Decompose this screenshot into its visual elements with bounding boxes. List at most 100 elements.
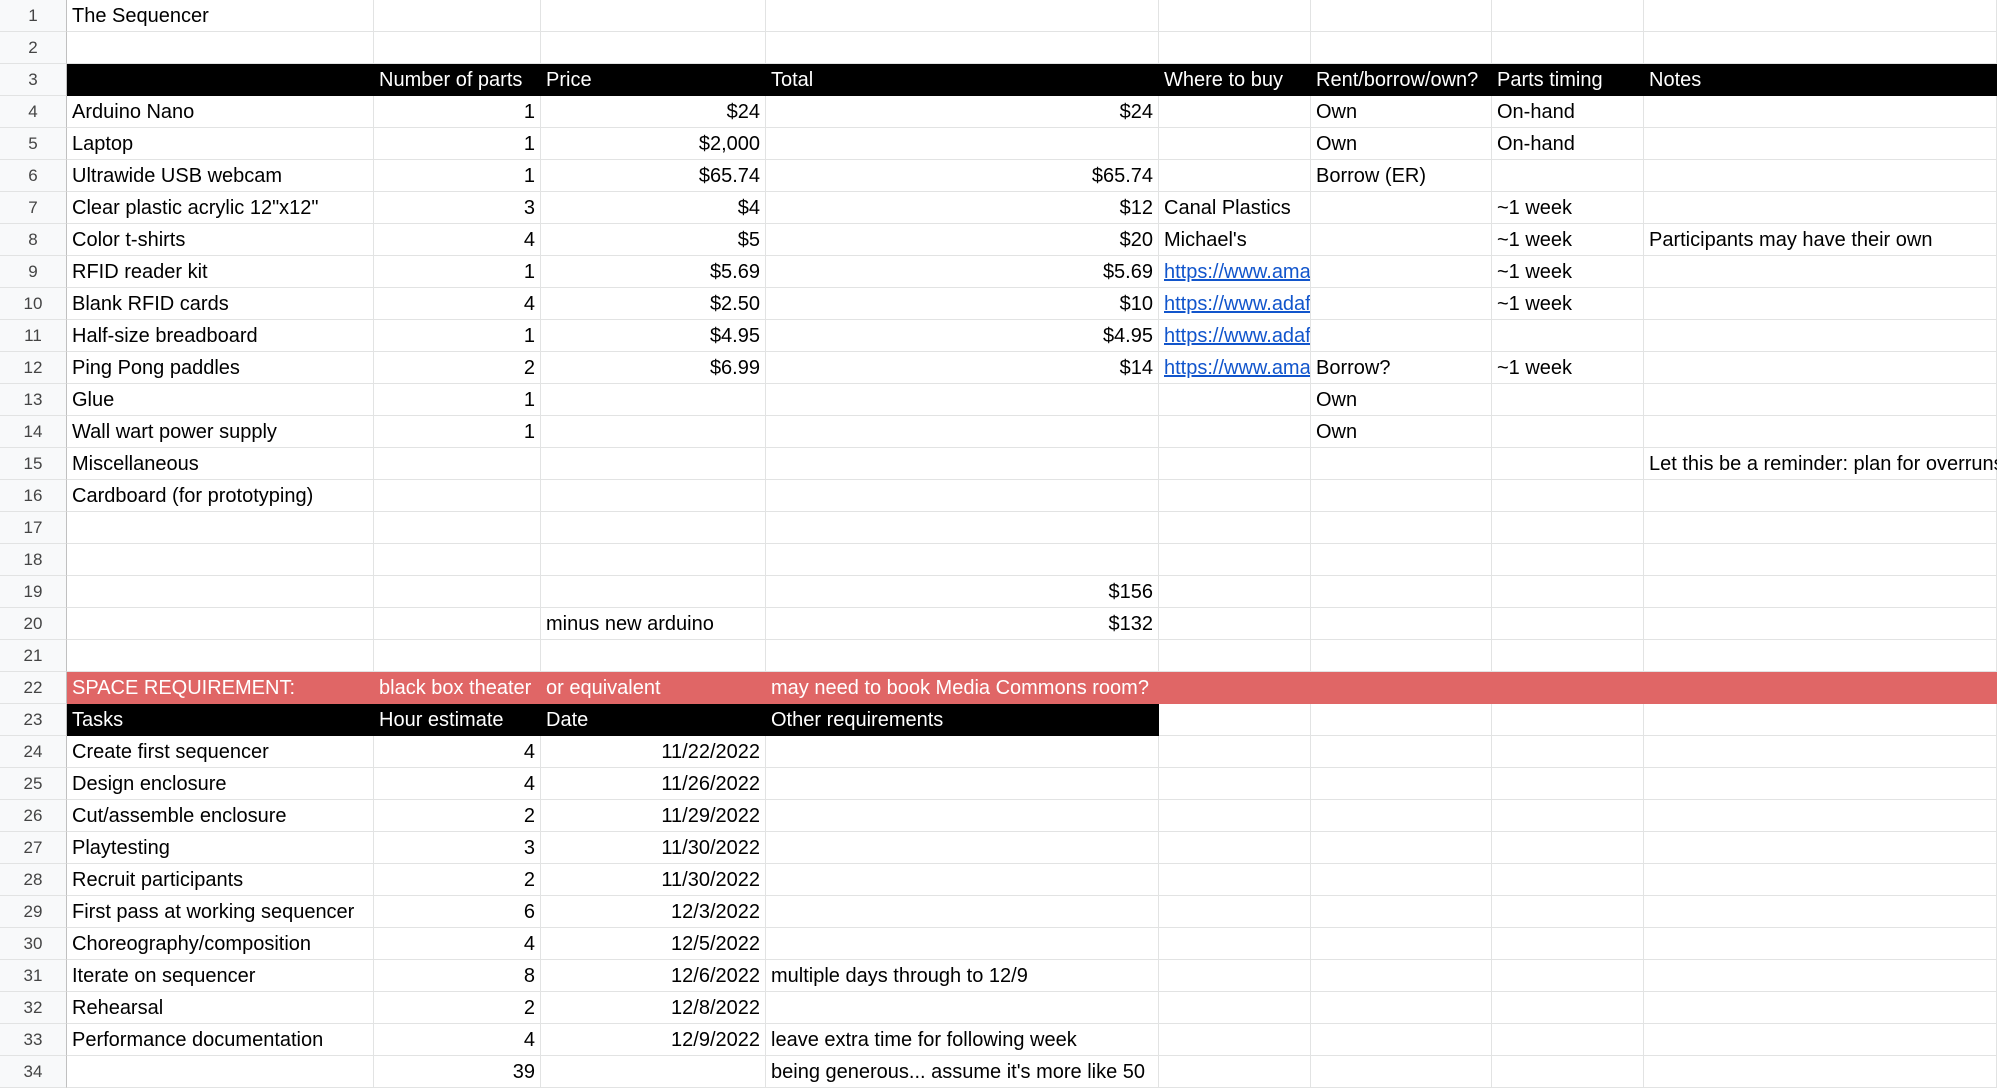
cell-c13[interactable] [541,384,766,416]
cell-a22[interactable]: SPACE REQUIREMENT: [67,672,374,704]
row-header[interactable]: 25 [0,768,67,800]
cell-f26[interactable] [1311,800,1492,832]
link-cell-e9[interactable]: https://www.amaz [1159,256,1311,288]
cell-a15[interactable]: Miscellaneous [67,448,374,480]
cell-g14[interactable] [1492,416,1644,448]
cell-a20[interactable] [67,608,374,640]
cell-e30[interactable] [1159,928,1311,960]
row-header[interactable]: 24 [0,736,67,768]
cell-g1[interactable] [1492,0,1644,32]
cell-a5[interactable]: Laptop [67,128,374,160]
cell-d34[interactable]: being generous... assume it's more like … [766,1056,1159,1088]
cell-b28[interactable]: 2 [374,864,541,896]
cell-e20[interactable] [1159,608,1311,640]
cell-g8[interactable]: ~1 week [1492,224,1644,256]
cell-f15[interactable] [1311,448,1492,480]
row-header[interactable]: 4 [0,96,67,128]
cell-h3[interactable]: Notes [1644,64,1997,96]
row-header[interactable]: 27 [0,832,67,864]
cell-g16[interactable] [1492,480,1644,512]
cell-e24[interactable] [1159,736,1311,768]
cell-a23[interactable]: Tasks [67,704,374,736]
cell-c10[interactable]: $2.50 [541,288,766,320]
cell-b21[interactable] [374,640,541,672]
cell-f10[interactable] [1311,288,1492,320]
cell-h25[interactable] [1644,768,1997,800]
cell-h15[interactable]: Let this be a reminder: plan for overrun… [1644,448,1997,480]
cell-e18[interactable] [1159,544,1311,576]
cell-a13[interactable]: Glue [67,384,374,416]
cell-h11[interactable] [1644,320,1997,352]
cell-h4[interactable] [1644,96,1997,128]
cell-h13[interactable] [1644,384,1997,416]
cell-f23[interactable] [1311,704,1492,736]
row-header[interactable]: 10 [0,288,67,320]
cell-d20[interactable]: $132 [766,608,1159,640]
cell-c27[interactable]: 11/30/2022 [541,832,766,864]
row-header[interactable]: 15 [0,448,67,480]
row-header[interactable]: 23 [0,704,67,736]
cell-h10[interactable] [1644,288,1997,320]
cell-e4[interactable] [1159,96,1311,128]
row-header[interactable]: 21 [0,640,67,672]
link-cell-e10[interactable]: https://www.adafr [1159,288,1311,320]
cell-g34[interactable] [1492,1056,1644,1088]
cell-d11[interactable]: $4.95 [766,320,1159,352]
cell-e13[interactable] [1159,384,1311,416]
cell-h20[interactable] [1644,608,1997,640]
cell-f8[interactable] [1311,224,1492,256]
row-header[interactable]: 9 [0,256,67,288]
cell-c23[interactable]: Date [541,704,766,736]
row-header[interactable]: 30 [0,928,67,960]
cell-g3[interactable]: Parts timing [1492,64,1644,96]
cell-a29[interactable]: First pass at working sequencer [67,896,374,928]
cell-b9[interactable]: 1 [374,256,541,288]
cell-c19[interactable] [541,576,766,608]
cell-c6[interactable]: $65.74 [541,160,766,192]
cell-h33[interactable] [1644,1024,1997,1056]
cell-f4[interactable]: Own [1311,96,1492,128]
cell-g25[interactable] [1492,768,1644,800]
cell-h1[interactable] [1644,0,1997,32]
cell-g32[interactable] [1492,992,1644,1024]
cell-h7[interactable] [1644,192,1997,224]
cell-c28[interactable]: 11/30/2022 [541,864,766,896]
row-header[interactable]: 8 [0,224,67,256]
cell-b4[interactable]: 1 [374,96,541,128]
cell-a17[interactable] [67,512,374,544]
cell-d19[interactable]: $156 [766,576,1159,608]
cell-d21[interactable] [766,640,1159,672]
link-cell-e12[interactable]: https://www.amaz [1159,352,1311,384]
cell-c31[interactable]: 12/6/2022 [541,960,766,992]
cell-f22[interactable] [1311,672,1492,704]
row-header[interactable]: 13 [0,384,67,416]
cell-a32[interactable]: Rehearsal [67,992,374,1024]
cell-f17[interactable] [1311,512,1492,544]
cell-a16[interactable]: Cardboard (for prototyping) [67,480,374,512]
cell-b6[interactable]: 1 [374,160,541,192]
cell-b19[interactable] [374,576,541,608]
cell-c9[interactable]: $5.69 [541,256,766,288]
cell-a8[interactable]: Color t-shirts [67,224,374,256]
row-header[interactable]: 28 [0,864,67,896]
cell-e17[interactable] [1159,512,1311,544]
cell-e15[interactable] [1159,448,1311,480]
cell-g12[interactable]: ~1 week [1492,352,1644,384]
cell-b5[interactable]: 1 [374,128,541,160]
row-header[interactable]: 33 [0,1024,67,1056]
cell-c1[interactable] [541,0,766,32]
cell-f14[interactable]: Own [1311,416,1492,448]
cell-g23[interactable] [1492,704,1644,736]
row-header[interactable]: 11 [0,320,67,352]
cell-d23[interactable]: Other requirements [766,704,1159,736]
cell-b20[interactable] [374,608,541,640]
cell-a12[interactable]: Ping Pong paddles [67,352,374,384]
row-header[interactable]: 6 [0,160,67,192]
cell-d13[interactable] [766,384,1159,416]
cell-b34[interactable]: 39 [374,1056,541,1088]
cell-a25[interactable]: Design enclosure [67,768,374,800]
cell-e22[interactable] [1159,672,1311,704]
cell-c11[interactable]: $4.95 [541,320,766,352]
cell-g27[interactable] [1492,832,1644,864]
cell-d5[interactable] [766,128,1159,160]
